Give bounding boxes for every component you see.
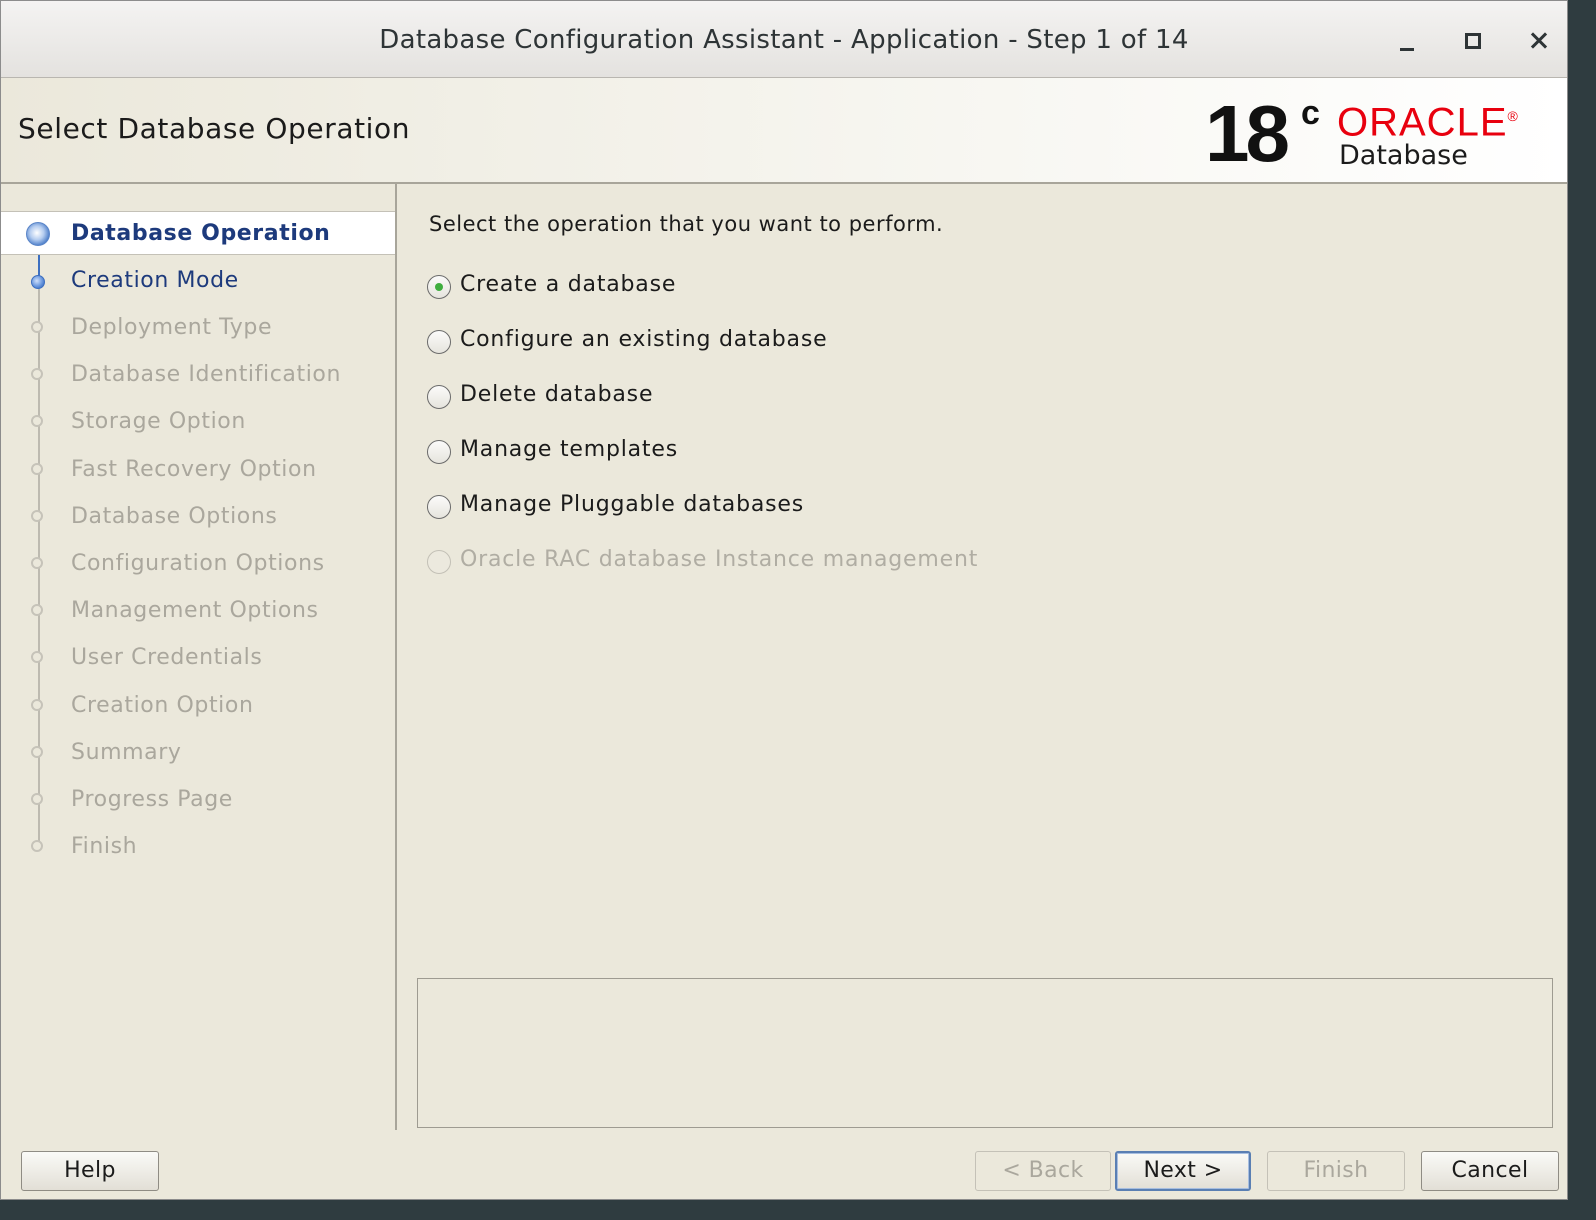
- step-next-icon: [31, 275, 45, 289]
- step-pending-icon: [31, 415, 43, 427]
- cancel-button[interactable]: Cancel: [1421, 1151, 1559, 1191]
- step-pending-icon: [31, 699, 43, 711]
- logo-brand: ORACLE®: [1337, 100, 1519, 145]
- radio-button[interactable]: [427, 440, 451, 464]
- step-progress-page: Progress Page: [1, 778, 395, 822]
- step-current-icon: [26, 222, 50, 246]
- step-pending-icon: [31, 651, 43, 663]
- step-storage-option: Storage Option: [1, 400, 395, 444]
- step-database-options: Database Options: [1, 495, 395, 539]
- radio-button[interactable]: [427, 495, 451, 519]
- radio-button-disabled: [427, 550, 451, 574]
- finish-button: Finish: [1267, 1151, 1405, 1191]
- minimize-icon[interactable]: [1389, 23, 1425, 59]
- step-creation-mode[interactable]: Creation Mode: [1, 259, 395, 303]
- step-configuration-options: Configuration Options: [1, 542, 395, 586]
- oracle-18c-logo: 18 c ORACLE® Database: [1205, 92, 1565, 176]
- button-bar: Help < Back Next > Finish Cancel: [1, 1130, 1567, 1199]
- step-database-identification: Database Identification: [1, 353, 395, 397]
- step-creation-option: Creation Option: [1, 684, 395, 728]
- step-summary: Summary: [1, 731, 395, 775]
- step-pending-icon: [31, 746, 43, 758]
- radio-button[interactable]: [427, 330, 451, 354]
- step-fast-recovery-option: Fast Recovery Option: [1, 448, 395, 492]
- step-pending-icon: [31, 368, 43, 380]
- page-title: Select Database Operation: [18, 112, 411, 145]
- step-pending-icon: [31, 840, 43, 852]
- window-title: Database Configuration Assistant - Appli…: [379, 25, 1189, 55]
- radio-button[interactable]: [427, 385, 451, 409]
- radio-button-selected[interactable]: [427, 275, 451, 299]
- logo-product: Database: [1339, 140, 1468, 171]
- step-management-options: Management Options: [1, 589, 395, 633]
- steps-sidebar: Database Operation Creation Mode Deploym…: [1, 184, 397, 1130]
- back-button: < Back: [975, 1151, 1111, 1191]
- step-pending-icon: [31, 557, 43, 569]
- maximize-icon[interactable]: [1455, 23, 1491, 59]
- step-deployment-type: Deployment Type: [1, 306, 395, 350]
- main-content: Select the operation that you want to pe…: [397, 184, 1567, 1130]
- step-pending-icon: [31, 604, 43, 616]
- dbca-window: Database Configuration Assistant - Appli…: [0, 0, 1568, 1200]
- step-pending-icon: [31, 793, 43, 805]
- help-button[interactable]: Help: [21, 1151, 159, 1191]
- step-pending-icon: [31, 321, 43, 333]
- instruction-text: Select the operation that you want to pe…: [429, 212, 944, 236]
- next-button[interactable]: Next >: [1115, 1151, 1251, 1191]
- logo-version-sup: c: [1301, 94, 1320, 132]
- step-pending-icon: [31, 510, 43, 522]
- message-panel: [417, 978, 1553, 1128]
- step-finish: Finish: [1, 825, 395, 869]
- page-header: Select Database Operation 18 c ORACLE® D…: [1, 78, 1567, 184]
- step-database-operation: Database Operation: [1, 211, 395, 255]
- close-icon[interactable]: [1522, 23, 1558, 59]
- step-pending-icon: [31, 463, 43, 475]
- step-user-credentials: User Credentials: [1, 636, 395, 680]
- logo-version: 18: [1205, 89, 1290, 178]
- title-bar[interactable]: Database Configuration Assistant - Appli…: [1, 1, 1567, 78]
